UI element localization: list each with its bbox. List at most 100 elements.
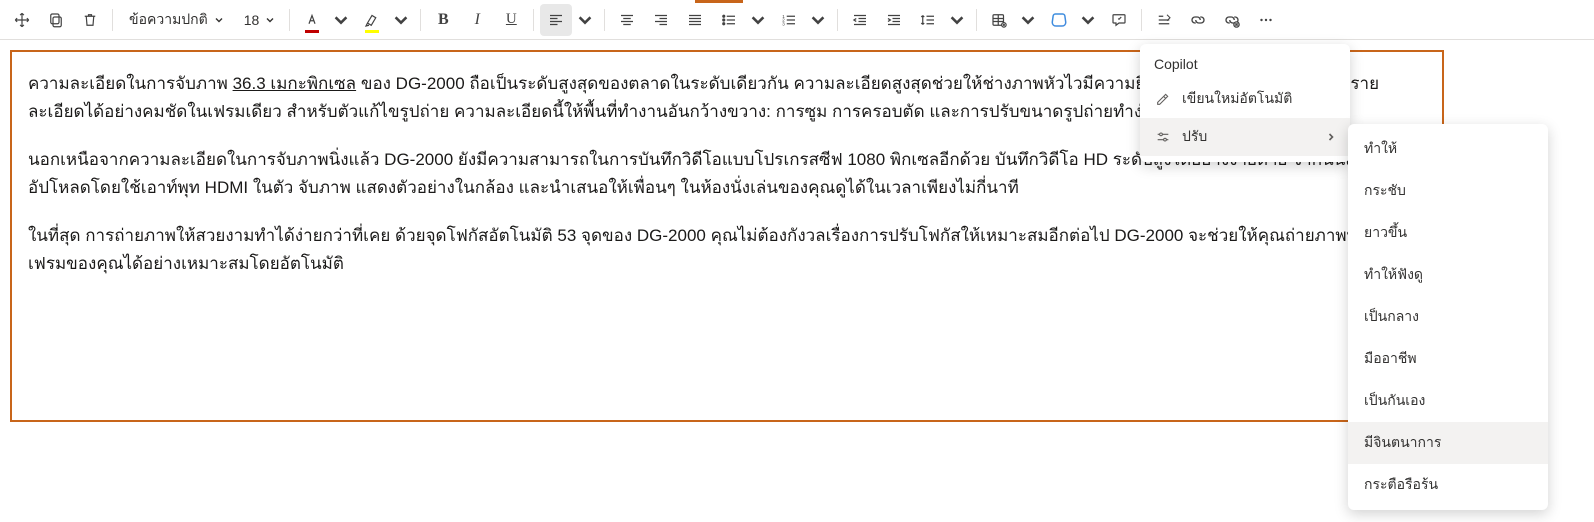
submenu-item-8[interactable]: กระตือรือร้น — [1348, 464, 1548, 506]
align-center-icon — [618, 11, 636, 29]
link-button[interactable] — [1182, 4, 1214, 36]
submenu-label: มีจินตนาการ — [1364, 432, 1441, 454]
font-size-dropdown[interactable]: 18 — [234, 4, 284, 36]
submenu-item-4[interactable]: เป็นกลาง — [1348, 296, 1548, 338]
bullet-more[interactable] — [745, 4, 771, 36]
chevron-down-icon — [749, 11, 767, 29]
submenu-item-2[interactable]: ยาวขึ้น — [1348, 212, 1548, 254]
style-icon — [1155, 11, 1173, 29]
more-options-button[interactable] — [1250, 4, 1282, 36]
copilot-more[interactable] — [1075, 4, 1101, 36]
svg-text:3: 3 — [783, 21, 786, 26]
text-style-dropdown[interactable]: ข้อความปกติ — [119, 4, 232, 36]
chevron-down-icon — [265, 15, 275, 25]
chevron-down-icon — [332, 11, 350, 29]
align-left-icon — [547, 11, 565, 29]
adjust-submenu: ทำให้ กระชับ ยาวขึ้น ทำให้ฟังดู เป็นกลาง… — [1348, 124, 1548, 510]
copilot-icon — [1050, 11, 1068, 29]
submenu-label: มืออาชีพ — [1364, 348, 1417, 370]
italic-button[interactable]: I — [461, 4, 493, 36]
style-button[interactable] — [1148, 4, 1180, 36]
separator — [976, 9, 977, 31]
justify-button[interactable] — [679, 4, 711, 36]
copilot-menu-title: Copilot — [1140, 50, 1350, 80]
comment-button[interactable] — [1103, 4, 1135, 36]
separator — [533, 9, 534, 31]
copilot-button[interactable] — [1043, 4, 1075, 36]
font-color-swatch — [305, 30, 319, 33]
move-button[interactable] — [6, 4, 38, 36]
delete-button[interactable] — [74, 4, 106, 36]
bullet-list-button[interactable] — [713, 4, 745, 36]
menu-item-rewrite[interactable]: เขียนใหม่อัตโนมัติ — [1140, 80, 1350, 118]
separator — [112, 9, 113, 31]
menu-item-adjust[interactable]: ปรับ — [1140, 118, 1350, 156]
submenu-label: ยาวขึ้น — [1364, 222, 1407, 244]
highlight-icon — [363, 11, 381, 29]
line-spacing-button[interactable] — [912, 4, 944, 36]
line-spacing-more[interactable] — [944, 4, 970, 36]
table-more[interactable] — [1015, 4, 1041, 36]
text-run-underlined: 36.3 เมกะพิกเซล — [233, 74, 357, 93]
chevron-down-icon — [214, 15, 224, 25]
justify-icon — [686, 11, 704, 29]
adjust-icon — [1154, 128, 1172, 146]
table-icon — [990, 11, 1008, 29]
submenu-label: เป็นกลาง — [1364, 306, 1419, 328]
chevron-down-icon — [948, 11, 966, 29]
insert-table-button[interactable] — [983, 4, 1015, 36]
submenu-label: ทำให้ — [1364, 138, 1397, 160]
move-icon — [13, 11, 31, 29]
align-right-icon — [652, 11, 670, 29]
font-size-value: 18 — [244, 12, 260, 28]
copilot-menu: Copilot เขียนใหม่อัตโนมัติ ปรับ — [1140, 44, 1350, 162]
menu-item-label: ปรับ — [1182, 126, 1207, 148]
copy-button[interactable] — [40, 4, 72, 36]
indent-increase-icon — [885, 11, 903, 29]
submenu-item-1[interactable]: กระชับ — [1348, 170, 1548, 212]
numbered-list-icon: 123 — [780, 11, 798, 29]
submenu-item-5[interactable]: มืออาชีพ — [1348, 338, 1548, 380]
indent-decrease-button[interactable] — [844, 4, 876, 36]
font-color-button[interactable] — [296, 4, 328, 36]
text-run: ความละเอียดในการจับภาพ — [28, 74, 233, 93]
chevron-down-icon — [392, 11, 410, 29]
chevron-down-icon — [576, 11, 594, 29]
paragraph-3: ในที่สุด การถ่ายภาพให้สวยงามทำได้ง่ายกว่… — [28, 222, 1426, 278]
accent-strip — [695, 0, 743, 3]
font-color-more[interactable] — [328, 4, 354, 36]
submenu-item-7[interactable]: มีจินตนาการ — [1348, 422, 1548, 464]
highlight-swatch — [365, 30, 379, 33]
indent-decrease-icon — [851, 11, 869, 29]
align-left-button[interactable] — [540, 4, 572, 36]
highlight-more[interactable] — [388, 4, 414, 36]
indent-increase-button[interactable] — [878, 4, 910, 36]
align-more[interactable] — [572, 4, 598, 36]
copy-icon — [47, 11, 65, 29]
numbered-list-button[interactable]: 123 — [773, 4, 805, 36]
chevron-down-icon — [1079, 11, 1097, 29]
toolbar: ข้อความปกติ 18 B I U — [0, 0, 1594, 40]
underline-button[interactable]: U — [495, 4, 527, 36]
line-spacing-icon — [919, 11, 937, 29]
separator — [289, 9, 290, 31]
align-center-button[interactable] — [611, 4, 643, 36]
trash-icon — [81, 11, 99, 29]
bullet-list-icon — [720, 11, 738, 29]
ellipsis-icon — [1257, 11, 1275, 29]
numbered-more[interactable] — [805, 4, 831, 36]
submenu-label: เป็นกันเอง — [1364, 390, 1425, 412]
unlink-button[interactable] — [1216, 4, 1248, 36]
submenu-label: กระชับ — [1364, 180, 1406, 202]
submenu-item-3[interactable]: ทำให้ฟังดู — [1348, 254, 1548, 296]
bold-button[interactable]: B — [427, 4, 459, 36]
submenu-label: กระตือรือร้น — [1364, 474, 1438, 496]
highlight-button[interactable] — [356, 4, 388, 36]
submenu-item-0[interactable]: ทำให้ — [1348, 128, 1548, 170]
rewrite-icon — [1154, 90, 1172, 108]
chevron-down-icon — [1019, 11, 1037, 29]
submenu-label: ทำให้ฟังดู — [1364, 264, 1423, 286]
comment-icon — [1110, 11, 1128, 29]
submenu-item-6[interactable]: เป็นกันเอง — [1348, 380, 1548, 422]
align-right-button[interactable] — [645, 4, 677, 36]
